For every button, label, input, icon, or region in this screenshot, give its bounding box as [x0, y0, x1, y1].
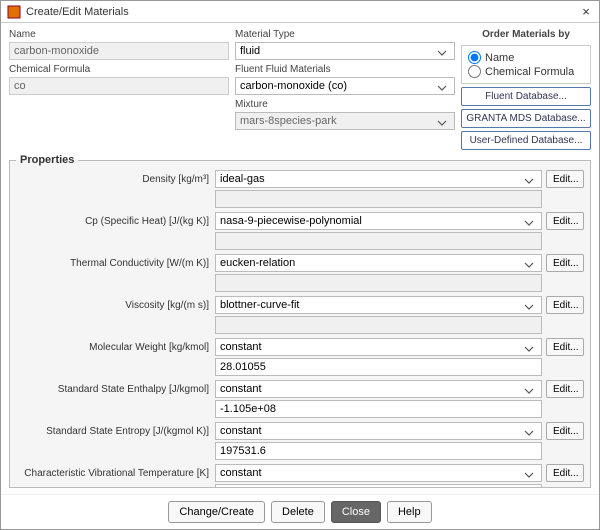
- property-label: Density [kg/m³]: [16, 174, 211, 185]
- property-method-select[interactable]: [215, 254, 542, 272]
- formula-field[interactable]: [9, 77, 229, 95]
- property-method-select[interactable]: [215, 212, 542, 230]
- mixture-label: Mixture: [235, 99, 455, 110]
- fluent-database-button[interactable]: Fluent Database...: [461, 87, 591, 106]
- app-icon: [7, 5, 21, 19]
- close-icon[interactable]: ×: [579, 4, 593, 19]
- column-left: Name Chemical Formula: [9, 27, 229, 150]
- property-value-input[interactable]: [215, 400, 542, 418]
- property-label: Characteristic Vibrational Temperature […: [16, 468, 211, 479]
- property-value-row: [16, 400, 584, 418]
- order-formula-label: Chemical Formula: [485, 66, 574, 78]
- property-label: Standard State Enthalpy [J/kgmol]: [16, 384, 211, 395]
- radio-formula[interactable]: [468, 65, 481, 78]
- property-value-row: [16, 232, 584, 250]
- column-right: Order Materials by Name Chemical Formula…: [461, 27, 591, 150]
- close-button[interactable]: Close: [331, 501, 381, 523]
- edit-button[interactable]: Edit...: [546, 380, 584, 398]
- property-row: Thermal Conductivity [W/(m K)] Edit...: [16, 254, 584, 272]
- property-value-input[interactable]: [215, 484, 542, 488]
- edit-button[interactable]: Edit...: [546, 170, 584, 188]
- edit-button[interactable]: Edit...: [546, 254, 584, 272]
- property-value-row: [16, 484, 584, 488]
- name-field[interactable]: [9, 42, 229, 60]
- property-method-select[interactable]: [215, 170, 542, 188]
- property-value-row: [16, 274, 584, 292]
- properties-panel: Properties Density [kg/m³]Edit...Cp (Spe…: [9, 154, 591, 488]
- property-row: Viscosity [kg/(m s)] Edit...: [16, 296, 584, 314]
- order-by-formula[interactable]: Chemical Formula: [468, 65, 584, 78]
- footer: Change/Create Delete Close Help: [1, 494, 599, 529]
- mixture-select[interactable]: [235, 112, 455, 130]
- property-row: Cp (Specific Heat) [J/(kg K)] Edit...: [16, 212, 584, 230]
- property-value-row: [16, 316, 584, 334]
- property-row: Density [kg/m³] Edit...: [16, 170, 584, 188]
- fluent-materials-label: Fluent Fluid Materials: [235, 64, 455, 75]
- property-value-row: [16, 442, 584, 460]
- formula-label: Chemical Formula: [9, 64, 229, 75]
- property-label: Thermal Conductivity [W/(m K)]: [16, 258, 211, 269]
- properties-wrap: Properties Density [kg/m³]Edit...Cp (Spe…: [9, 154, 591, 488]
- radio-name[interactable]: [468, 51, 481, 64]
- titlebar: Create/Edit Materials ×: [1, 1, 599, 23]
- property-method-select[interactable]: [215, 464, 542, 482]
- property-value-input[interactable]: [215, 190, 542, 208]
- name-label: Name: [9, 29, 229, 40]
- edit-button[interactable]: Edit...: [546, 338, 584, 356]
- order-by-name[interactable]: Name: [468, 51, 584, 64]
- edit-button[interactable]: Edit...: [546, 464, 584, 482]
- property-value-input[interactable]: [215, 442, 542, 460]
- properties-legend: Properties: [16, 154, 78, 166]
- property-row: Standard State Entropy [J/(kgmol K)] Edit…: [16, 422, 584, 440]
- help-button[interactable]: Help: [387, 501, 432, 523]
- change-create-button[interactable]: Change/Create: [168, 501, 265, 523]
- property-value-input[interactable]: [215, 316, 542, 334]
- property-label: Cp (Specific Heat) [J/(kg K)]: [16, 216, 211, 227]
- property-row: Molecular Weight [kg/kmol] Edit...: [16, 338, 584, 356]
- order-header: Order Materials by: [461, 29, 591, 40]
- column-mid: Material Type Fluent Fluid Materials Mix…: [235, 27, 455, 150]
- property-label: Viscosity [kg/(m s)]: [16, 300, 211, 311]
- property-method-select[interactable]: [215, 380, 542, 398]
- dialog: Create/Edit Materials × Name Chemical Fo…: [0, 0, 600, 530]
- property-value-row: [16, 358, 584, 376]
- property-row: Characteristic Vibrational Temperature […: [16, 464, 584, 482]
- edit-button[interactable]: Edit...: [546, 212, 584, 230]
- dialog-title: Create/Edit Materials: [26, 6, 579, 18]
- delete-button[interactable]: Delete: [271, 501, 325, 523]
- granta-database-button[interactable]: GRANTA MDS Database...: [461, 109, 591, 128]
- property-value-row: [16, 190, 584, 208]
- top-area: Name Chemical Formula Material Type Flue…: [1, 23, 599, 152]
- property-method-select[interactable]: [215, 422, 542, 440]
- property-method-select[interactable]: [215, 338, 542, 356]
- material-type-select[interactable]: [235, 42, 455, 60]
- order-box: Name Chemical Formula: [461, 45, 591, 84]
- edit-button[interactable]: Edit...: [546, 422, 584, 440]
- material-type-label: Material Type: [235, 29, 455, 40]
- edit-button[interactable]: Edit...: [546, 296, 584, 314]
- property-value-input[interactable]: [215, 274, 542, 292]
- property-row: Standard State Enthalpy [J/kgmol] Edit...: [16, 380, 584, 398]
- property-label: Standard State Entropy [J/(kgmol K)]: [16, 426, 211, 437]
- property-label: Molecular Weight [kg/kmol]: [16, 342, 211, 353]
- property-value-input[interactable]: [215, 232, 542, 250]
- order-name-label: Name: [485, 52, 514, 64]
- property-value-input[interactable]: [215, 358, 542, 376]
- fluent-materials-select[interactable]: [235, 77, 455, 95]
- user-database-button[interactable]: User-Defined Database...: [461, 131, 591, 150]
- property-method-select[interactable]: [215, 296, 542, 314]
